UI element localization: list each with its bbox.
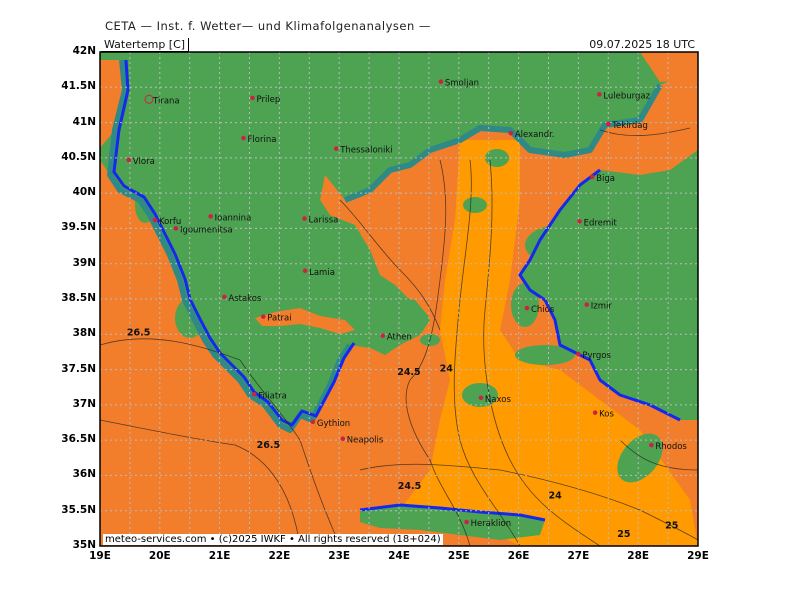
x-tick-label: 27E [567, 550, 590, 562]
city-marker [126, 157, 132, 163]
land-lesbos [525, 225, 595, 265]
city-marker [310, 419, 316, 425]
city-label: Thessaloniki [339, 146, 392, 156]
city-label: Korfu [159, 217, 181, 227]
y-tick-label: 38.5N [61, 292, 96, 304]
city-label: Vlora [133, 157, 155, 167]
city-label: Lamia [309, 268, 335, 278]
x-tick-label: 21E [208, 550, 231, 562]
city-label: Izmir [591, 302, 613, 312]
y-tick-label: 37.5N [61, 362, 96, 375]
city-marker [478, 395, 484, 401]
city-marker [589, 174, 595, 180]
city-label: Prilep [256, 95, 280, 105]
city-label: Luleburgaz [603, 91, 650, 101]
contour-value-label: 25 [617, 529, 630, 540]
y-tick-label: 42N [72, 45, 96, 57]
city-marker [251, 391, 257, 397]
y-tick-label: 40N [72, 186, 96, 199]
city-label: Athen [387, 333, 412, 343]
city-marker [241, 135, 246, 141]
city-marker [576, 351, 581, 357]
x-tick-label: 26E [507, 550, 530, 562]
variable-label: Watertemp [C] [101, 38, 190, 52]
map-canvas: Tirana Prilep Smoljan Luleburgaz Tekirdag Flo… [99, 51, 699, 547]
y-tick-label: 40.5N [61, 150, 96, 163]
city-marker [464, 519, 469, 525]
x-tick-label: 29E [687, 550, 709, 562]
city-label: Edremit [584, 218, 618, 228]
city-marker [222, 294, 227, 300]
city-marker [208, 214, 213, 219]
city-marker [340, 436, 346, 442]
city-label: Tekirdag [611, 121, 648, 131]
city-marker [524, 305, 530, 311]
y-tick-label: 36N [72, 468, 96, 481]
city-label: Heraklion [471, 519, 512, 529]
contour-value-label: 24 [440, 364, 454, 375]
contour-value-label: 25 [665, 520, 678, 531]
city-label: Filiatra [258, 391, 287, 401]
y-tick-label: 35.5N [61, 503, 96, 516]
city-label: Florina [248, 135, 277, 145]
city-label: Astakos [228, 294, 262, 304]
city-label: Neapolis [347, 436, 384, 446]
city-marker [260, 314, 266, 319]
x-tick-label: 28E [627, 550, 650, 562]
city-label: Larissa [309, 216, 339, 226]
city-marker [250, 95, 255, 101]
datetime-label: 09.07.2025 18 UTC [586, 38, 698, 51]
x-tick-label: 19E [89, 550, 111, 562]
x-tick-label: 24E [388, 550, 410, 562]
y-tick-label: 37N [72, 397, 96, 410]
city-label: Chios [531, 305, 555, 315]
x-tick-label: 22E [268, 550, 291, 562]
city-label: Kos [599, 410, 614, 420]
city-marker [597, 92, 602, 97]
contour-value-label: 24.5 [397, 367, 420, 378]
city-label: Smoljan [445, 79, 479, 89]
city-label: Pyrgos [582, 351, 611, 361]
y-tick-label: 41.5N [61, 80, 96, 93]
city-label: Alexandr. [515, 130, 555, 140]
city-label: Rhodos [655, 442, 687, 452]
city-marker [592, 410, 598, 415]
city-label: Biga [596, 174, 615, 184]
x-tick-label: 20E [148, 550, 171, 562]
city-marker [302, 216, 307, 221]
footer-credit: meteo-services.com • (c)2025 IWKF • All … [103, 534, 443, 545]
contour-value-label: 26.5 [127, 328, 150, 339]
city-label: Patrai [267, 314, 291, 324]
city-marker [173, 226, 179, 231]
city-marker [152, 217, 158, 223]
y-tick-label: 36.5N [61, 433, 96, 446]
contour-value-label: 24 [549, 491, 563, 502]
y-tick-label: 39N [72, 256, 96, 269]
contour-value-label: 26.5 [257, 440, 280, 451]
city-marker [302, 268, 308, 274]
land-lemnos [463, 197, 487, 213]
city-marker [380, 333, 386, 338]
city-marker [606, 121, 611, 127]
y-tick-label: 41N [72, 115, 96, 128]
y-tick-label: 38N [72, 327, 96, 340]
x-tick-label: 25E [447, 550, 470, 562]
x-tick-label: 23E [328, 550, 351, 562]
city-marker [649, 442, 654, 448]
city-marker [333, 146, 339, 151]
contour-value-label: 24.5 [398, 481, 421, 492]
city-marker [508, 130, 514, 136]
city-label: Gythion [317, 419, 350, 429]
city-marker [584, 302, 590, 307]
city-marker [577, 219, 582, 224]
city-label: Tirana [152, 96, 180, 106]
city-label: Igoumenitsa [180, 225, 233, 235]
y-tick-label: 39.5N [61, 221, 96, 234]
city-marker [438, 79, 444, 84]
city-label: Naxos [485, 395, 512, 405]
city-label: Ioannina [215, 213, 252, 223]
